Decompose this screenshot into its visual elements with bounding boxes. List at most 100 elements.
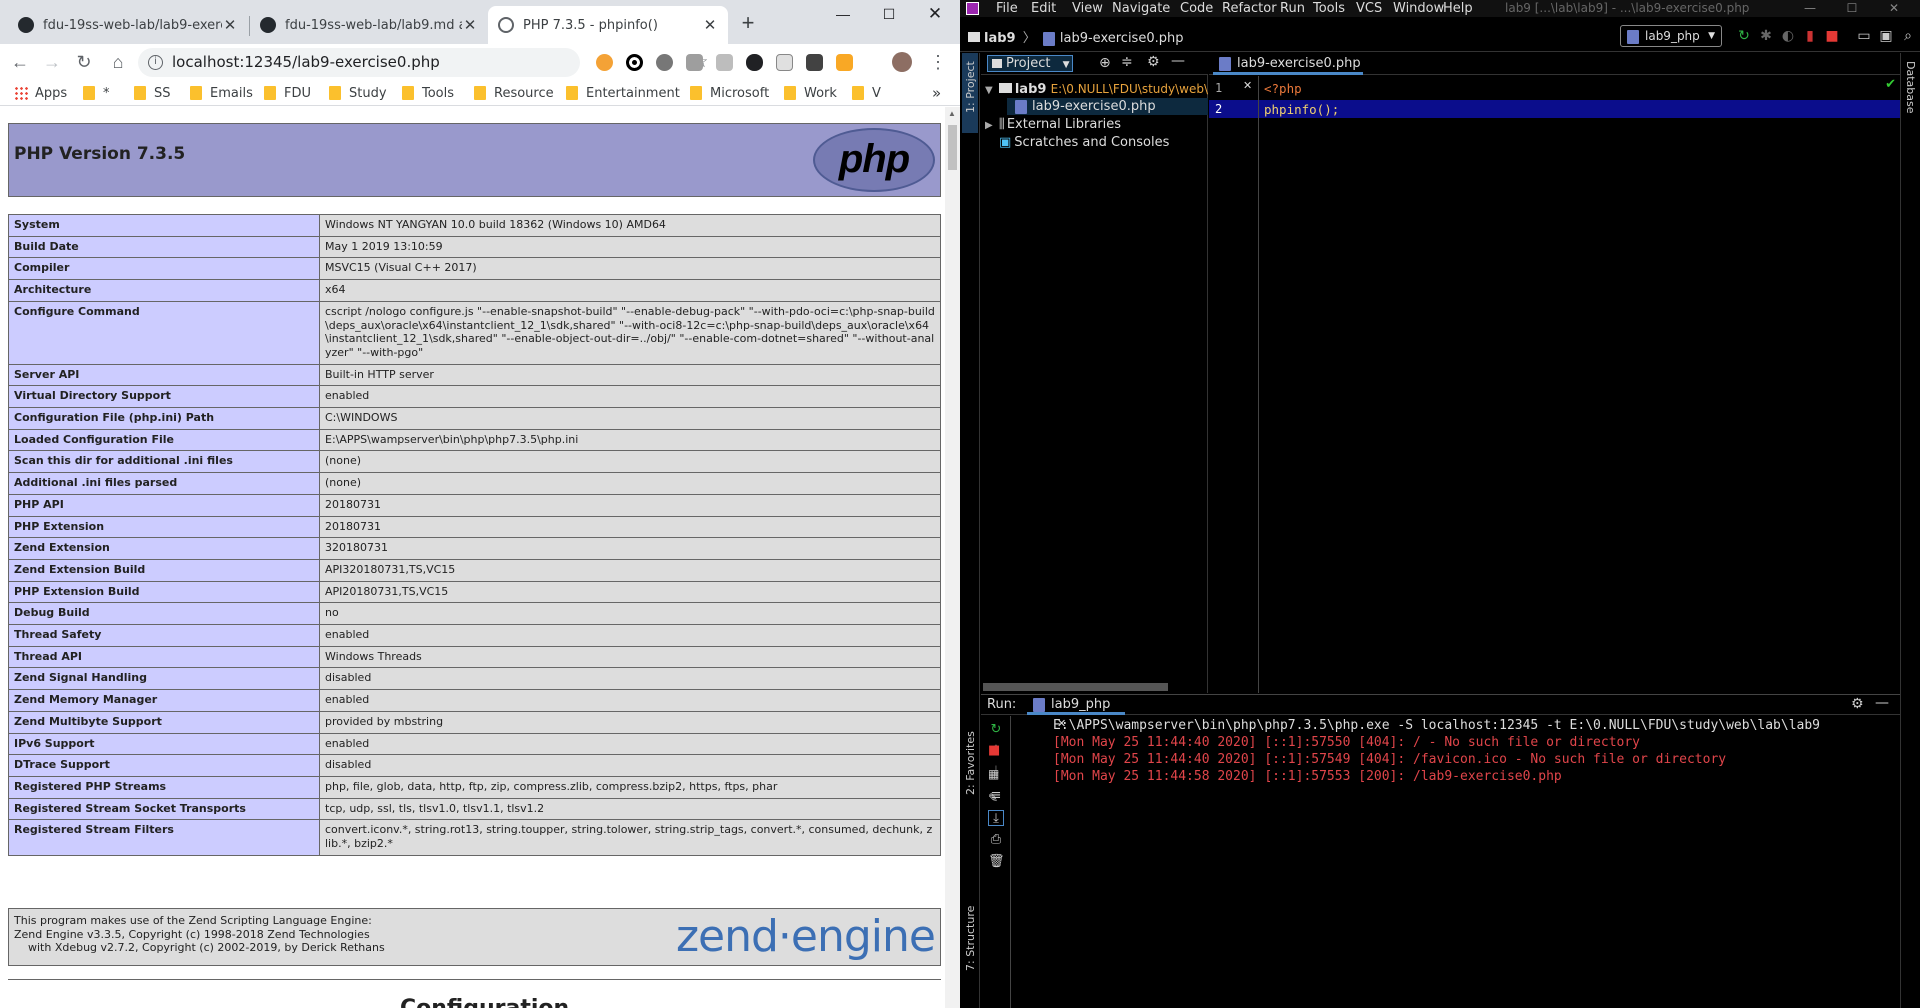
menu-item-file[interactable]: File xyxy=(996,0,1018,17)
extension-infinity-icon[interactable] xyxy=(746,54,763,71)
search-icon[interactable]: ⌕ xyxy=(1900,28,1916,44)
print-icon[interactable]: ⎙ xyxy=(988,832,1004,848)
extension-o-icon[interactable] xyxy=(626,54,643,71)
bookmark-fdu[interactable]: FDU xyxy=(264,84,311,102)
bookmark-emails[interactable]: Emails xyxy=(190,84,253,102)
run-tab-lab9-php[interactable]: lab9_php ✕ xyxy=(1027,695,1125,730)
bookmark-resource[interactable]: Resource xyxy=(474,84,554,102)
terminal-icon[interactable]: ▣ xyxy=(1878,28,1894,44)
extension-shield-icon[interactable] xyxy=(656,54,673,71)
debug-icon[interactable]: ✱ xyxy=(1758,28,1774,44)
php-logo[interactable]: php xyxy=(813,128,935,192)
editor-tab-lab9-exercise0[interactable]: lab9-exercise0.php ✕ xyxy=(1213,53,1363,92)
chevron-right-icon[interactable]: ▶ xyxy=(985,120,993,131)
menu-item-vcs[interactable]: VCS xyxy=(1356,0,1382,17)
stripe-project-label[interactable]: 1: Project xyxy=(964,61,977,113)
menu-item-view[interactable]: View xyxy=(1072,0,1103,17)
address-bar[interactable]: i localhost:12345/lab9-exercise0.php ☆ xyxy=(138,48,708,77)
bookmarks-overflow-button[interactable]: » xyxy=(932,84,941,102)
bookmark-apps[interactable]: Apps xyxy=(14,84,67,102)
close-icon[interactable]: ✕ xyxy=(462,16,478,34)
bookmark-microsoft[interactable]: Microsoft xyxy=(690,84,769,102)
chevron-down-icon[interactable]: ▼ xyxy=(985,85,993,96)
stripe-favorites-label[interactable]: 2: Favorites xyxy=(964,731,977,795)
bookmark-star-folder[interactable]: * xyxy=(83,84,110,102)
bookmark-v[interactable]: V xyxy=(852,84,881,102)
stop-icon[interactable]: ■ xyxy=(1824,28,1840,44)
rerun-icon[interactable]: ↻ xyxy=(1736,28,1752,44)
tab-github-exercise[interactable]: fdu-19ss-web-lab/lab9-exercis ✕ xyxy=(8,6,248,44)
forward-button[interactable]: → xyxy=(38,48,66,76)
run-configuration-select[interactable]: lab9_php ▼ xyxy=(1620,25,1722,47)
bookmark-tools[interactable]: Tools xyxy=(402,84,454,102)
layout-icon[interactable]: ▦ xyxy=(988,767,999,781)
tree-scratches[interactable]: ▣ Scratches and Consoles xyxy=(999,134,1169,151)
menu-item-tools[interactable]: Tools xyxy=(1313,0,1345,17)
close-icon[interactable]: ✕ xyxy=(222,16,238,34)
ide-close-button[interactable]: ✕ xyxy=(1874,0,1914,17)
page-scrollbar[interactable]: ▲ xyxy=(945,107,960,1008)
rerun-icon[interactable]: ↻ xyxy=(988,722,1004,738)
pin-icon[interactable]: ✎ xyxy=(988,791,998,805)
zend-engine-logo[interactable]: zend·engine xyxy=(676,913,936,961)
bookmark-work[interactable]: Work xyxy=(784,84,837,102)
scroll-to-end-icon[interactable]: ⤓ xyxy=(988,810,1004,826)
code-line[interactable]: phpinfo(); xyxy=(1264,102,1339,117)
avatar[interactable] xyxy=(892,52,912,72)
tree-external-libraries[interactable]: ▶ ⫼ External Libraries xyxy=(985,116,1121,134)
scroll-up-arrow-icon[interactable]: ▲ xyxy=(948,109,956,118)
close-window-button[interactable]: ✕ xyxy=(912,0,958,30)
info-icon[interactable]: i xyxy=(148,55,163,70)
tree-root-lab9[interactable]: ▼ lab9 E:\0.NULL\FDU\study\web\ xyxy=(985,81,1208,99)
new-tab-button[interactable]: + xyxy=(734,10,762,38)
extension-cube-icon[interactable] xyxy=(806,54,823,71)
project-view-select[interactable]: Project ▼ xyxy=(987,55,1073,72)
project-structure-icon[interactable]: ▭ xyxy=(1856,28,1872,44)
ide-maximize-button[interactable]: ☐ xyxy=(1832,0,1872,17)
profile-icon[interactable]: ▮ xyxy=(1802,28,1818,44)
maximize-button[interactable]: ☐ xyxy=(866,0,912,30)
menu-item-help[interactable]: Help xyxy=(1443,0,1473,17)
project-horizontal-scrollbar[interactable] xyxy=(983,683,1168,691)
gear-icon[interactable]: ⚙ xyxy=(1851,696,1864,712)
extension-grid-icon[interactable] xyxy=(716,54,733,71)
code-line[interactable]: <?php xyxy=(1264,81,1302,96)
info-value: Windows Threads xyxy=(319,645,941,669)
ide-minimize-button[interactable]: — xyxy=(1790,0,1830,17)
stripe-database-label[interactable]: Database xyxy=(1904,61,1917,114)
collapse-all-icon[interactable]: ≑ xyxy=(1121,54,1133,70)
gear-icon[interactable]: ⚙ xyxy=(1147,54,1160,70)
menu-item-edit[interactable]: Edit xyxy=(1031,0,1056,17)
menu-kebab-icon[interactable]: ⋮ xyxy=(924,48,952,76)
menu-item-code[interactable]: Code xyxy=(1180,0,1213,17)
extension-orange-icon[interactable] xyxy=(836,54,853,71)
extension-window-icon[interactable] xyxy=(776,54,793,71)
minimize-button[interactable]: — xyxy=(820,0,866,30)
breadcrumb-file[interactable]: lab9-exercise0.php xyxy=(1060,31,1184,46)
scrollbar-thumb[interactable] xyxy=(948,125,957,170)
stripe-structure-label[interactable]: 7: Structure xyxy=(964,906,977,971)
hide-panel-icon[interactable]: — xyxy=(1171,53,1185,69)
menu-item-run[interactable]: Run xyxy=(1280,0,1305,17)
menu-item-refactor[interactable]: Refactor xyxy=(1222,0,1277,17)
bookmark-study[interactable]: Study xyxy=(329,84,387,102)
bookmark-ss[interactable]: SS xyxy=(134,84,171,102)
back-button[interactable]: ← xyxy=(6,48,34,76)
locate-icon[interactable]: ⊕ xyxy=(1099,55,1111,71)
extension-mark-icon[interactable] xyxy=(686,54,703,71)
trash-icon[interactable]: 🗑 xyxy=(988,854,1005,870)
tree-file-lab9-exercise0[interactable]: lab9-exercise0.php xyxy=(1015,98,1156,115)
close-icon[interactable]: ✕ xyxy=(702,16,718,34)
stop-icon[interactable]: ■ xyxy=(988,743,1000,758)
tab-github-md[interactable]: fdu-19ss-web-lab/lab9.md at r ✕ xyxy=(250,6,488,44)
tab-phpinfo[interactable]: PHP 7.3.5 - phpinfo() ✕ xyxy=(488,6,728,44)
bookmark-entertainment[interactable]: Entertainment xyxy=(566,84,680,102)
extension-cookie-icon[interactable] xyxy=(596,54,613,71)
reload-button[interactable]: ↻ xyxy=(70,48,98,76)
home-button[interactable]: ⌂ xyxy=(104,48,132,76)
coverage-icon[interactable]: ◐ xyxy=(1780,28,1796,44)
menu-item-navigate[interactable]: Navigate xyxy=(1112,0,1170,17)
menu-item-window[interactable]: Window xyxy=(1393,0,1444,17)
hide-panel-icon[interactable]: — xyxy=(1875,695,1889,711)
breadcrumb-project[interactable]: lab9 xyxy=(984,31,1016,46)
